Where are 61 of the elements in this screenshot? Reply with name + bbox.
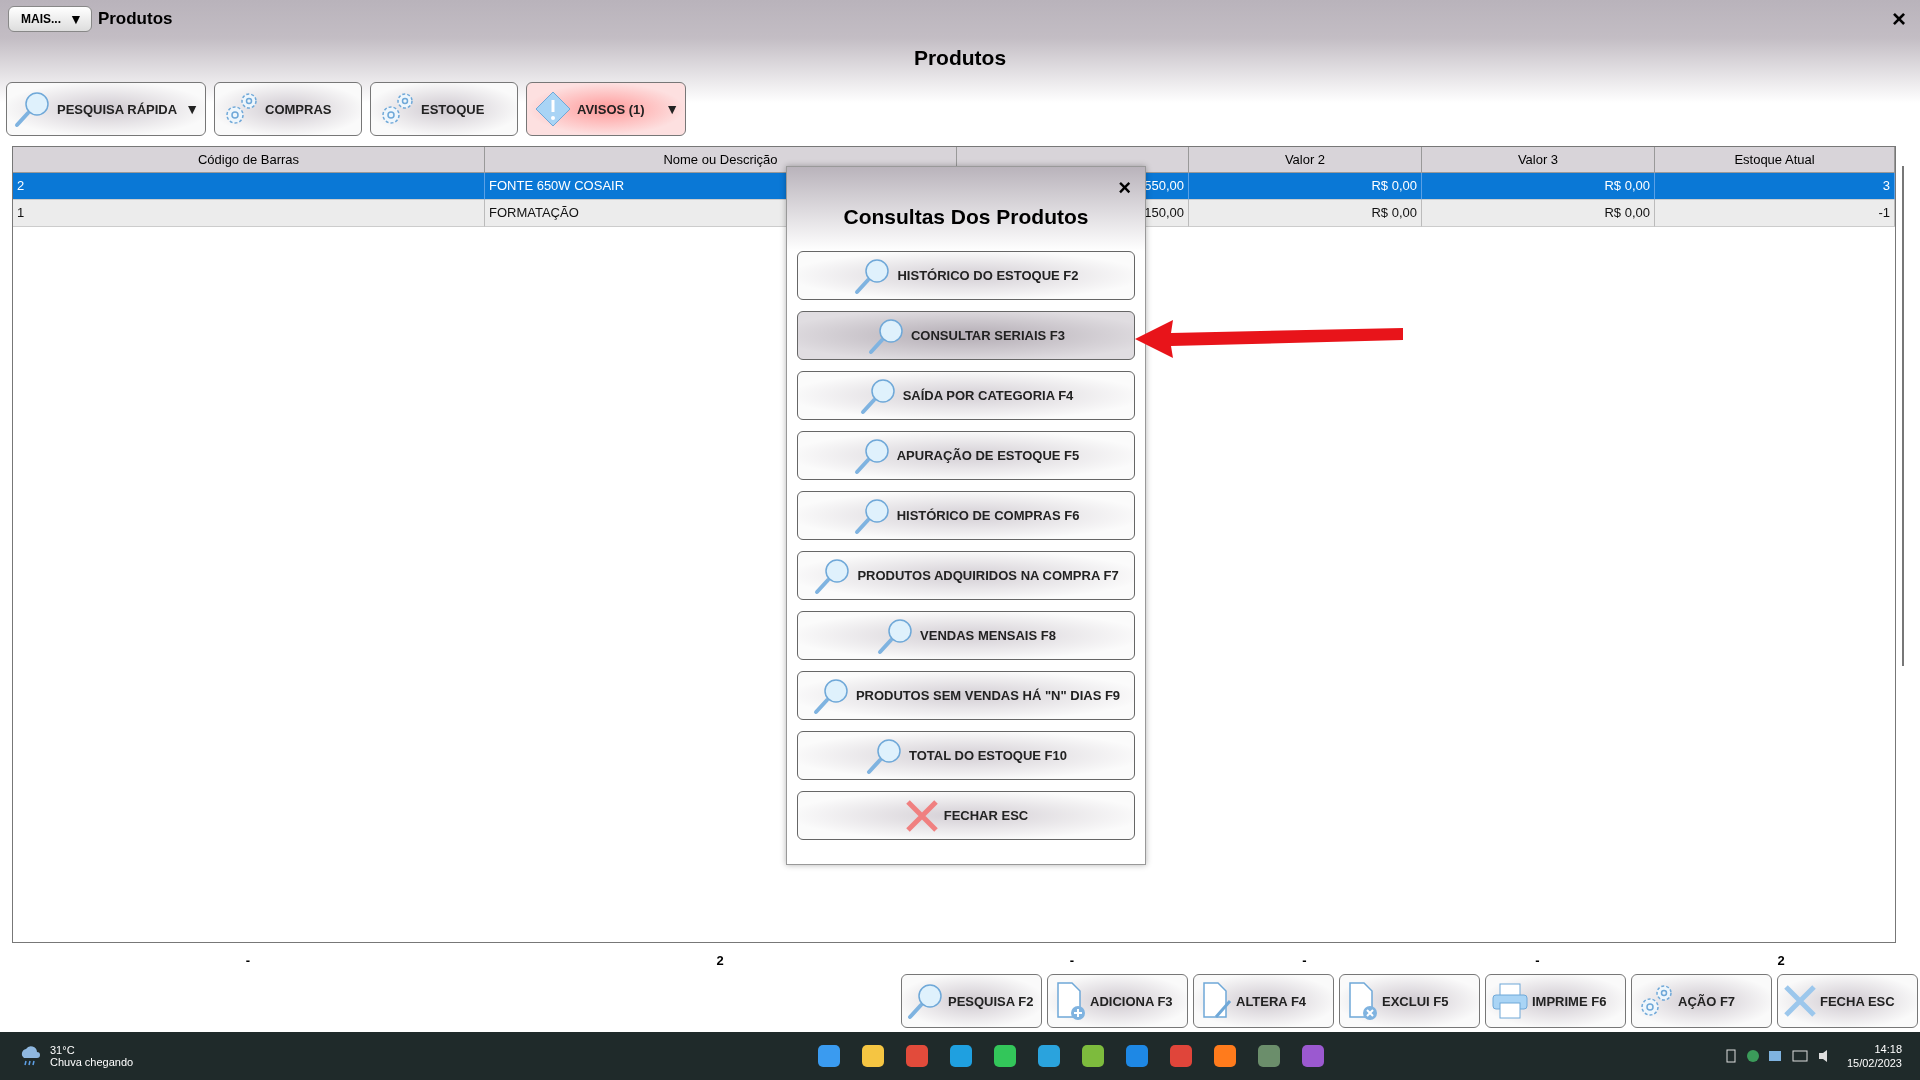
- temperature: 31°C: [50, 1044, 76, 1056]
- query-button[interactable]: VENDAS MENSAIS F8: [797, 611, 1135, 660]
- query-button[interactable]: PRODUTOS ADQUIRIDOS NA COMPRA F7: [797, 551, 1135, 600]
- table-cell[interactable]: R$ 0,00: [1422, 173, 1655, 200]
- close-x-icon: [903, 797, 940, 834]
- column-header[interactable]: Nome ou Descrição: [485, 147, 957, 173]
- toolbar-button[interactable]: AVISOS (1) ▼: [526, 82, 686, 136]
- action-button[interactable]: PESQUISA F2: [901, 974, 1042, 1028]
- toolbar-button[interactable]: PESQUISA RÁPIDA ▼: [6, 82, 206, 136]
- weather-text: Chuva chegando: [50, 1056, 134, 1068]
- clock-date[interactable]: 15/02/2023: [1846, 1057, 1902, 1069]
- caret-icon: ▼: [185, 101, 199, 117]
- column-header[interactable]: Estoque Atual: [1655, 147, 1895, 173]
- table-cell[interactable]: 3: [1655, 173, 1895, 200]
- total-value: -: [1301, 953, 1308, 968]
- action-button[interactable]: ALTERA F4: [1193, 974, 1334, 1028]
- query-button[interactable]: HISTÓRICO DE COMPRAS F6: [797, 491, 1135, 540]
- table-cell[interactable]: R$ 0,00: [1189, 173, 1422, 200]
- app-icon[interactable]: [1256, 1043, 1283, 1069]
- toolbar-button[interactable]: COMPRAS: [214, 82, 362, 136]
- column-header[interactable]: Código de Barras: [13, 147, 485, 173]
- more-menu-button[interactable]: MAIS... ▼: [8, 6, 92, 32]
- action-button[interactable]: ADICIONA F3: [1047, 974, 1188, 1028]
- action-button[interactable]: FECHA ESC: [1777, 974, 1918, 1028]
- query-button[interactable]: PRODUTOS SEM VENDAS HÁ "N" DIAS F9: [797, 671, 1135, 720]
- query-button[interactable]: CONSULTAR SERIAIS F3: [797, 311, 1135, 360]
- app-icon[interactable]: [1168, 1043, 1195, 1069]
- action-button[interactable]: EXCLUI F5: [1339, 974, 1480, 1028]
- total-value: -: [1534, 953, 1541, 968]
- column-header[interactable]: Valor 2: [1189, 147, 1422, 173]
- app-icon[interactable]: [1124, 1043, 1151, 1069]
- action-button[interactable]: AÇÃO F7: [1631, 974, 1772, 1028]
- total-value: -: [244, 953, 252, 968]
- query-button[interactable]: TOTAL DO ESTOQUE F10: [797, 731, 1135, 780]
- clock-time[interactable]: 14:18: [1874, 1043, 1902, 1055]
- scrollbar-thumb[interactable]: [1902, 166, 1904, 666]
- toolbar-button[interactable]: ESTOQUE: [370, 82, 518, 136]
- total-value: -: [1068, 953, 1076, 968]
- column-header[interactable]: Valor 3: [1422, 147, 1655, 173]
- table-cell[interactable]: R$ 0,00: [1189, 200, 1422, 227]
- close-button[interactable]: ×: [1114, 175, 1135, 201]
- query-button[interactable]: FECHAR ESC: [797, 791, 1135, 840]
- query-button[interactable]: APURAÇÃO DE ESTOQUE F5: [797, 431, 1135, 480]
- table-cell[interactable]: -1: [1655, 200, 1895, 227]
- table-cell[interactable]: 1: [13, 200, 485, 227]
- close-x-icon: [1782, 983, 1818, 1019]
- table-cell[interactable]: R$ 0,00: [1422, 200, 1655, 227]
- page-heading: Produtos: [912, 46, 1008, 70]
- warning-icon: [533, 89, 573, 129]
- window-title: Produtos: [97, 9, 174, 29]
- printer-icon: [1490, 981, 1530, 1021]
- table-cell[interactable]: 2: [13, 173, 485, 200]
- query-button[interactable]: SAÍDA POR CATEGORIA F4: [797, 371, 1135, 420]
- query-button[interactable]: HISTÓRICO DO ESTOQUE F2: [797, 251, 1135, 300]
- app-icon[interactable]: [1300, 1043, 1327, 1069]
- total-value: 2: [715, 953, 725, 968]
- caret-icon: ▼: [69, 11, 83, 27]
- caret-icon: ▼: [665, 101, 679, 117]
- total-value: 2: [1776, 953, 1786, 968]
- action-button[interactable]: IMPRIME F6: [1485, 974, 1626, 1028]
- close-button[interactable]: ×: [1886, 5, 1912, 33]
